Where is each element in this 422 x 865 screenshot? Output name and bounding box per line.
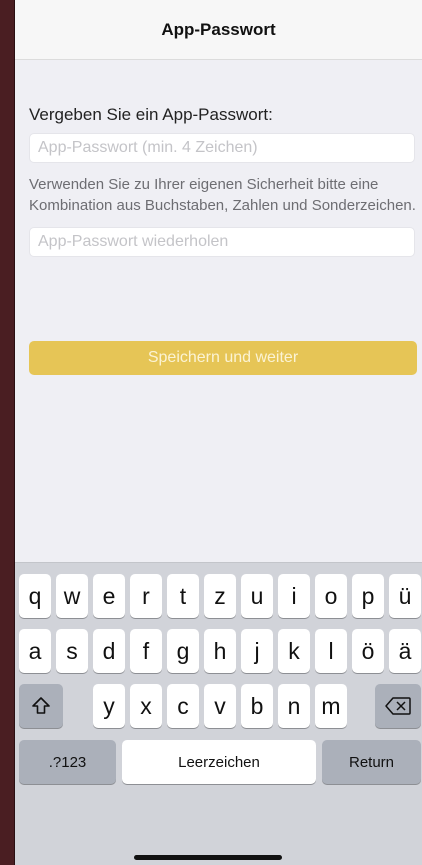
key-s[interactable]: s — [56, 629, 88, 673]
password-input[interactable] — [38, 139, 414, 157]
key-j[interactable]: j — [241, 629, 273, 673]
key-t[interactable]: t — [167, 574, 199, 618]
key-oe[interactable]: ö — [352, 629, 384, 673]
key-a[interactable]: a — [19, 629, 51, 673]
key-k[interactable]: k — [278, 629, 310, 673]
key-e[interactable]: e — [93, 574, 125, 618]
key-ue[interactable]: ü — [389, 574, 421, 618]
password-form: Vergeben Sie ein App-Passwort: Verwenden… — [15, 105, 422, 375]
key-w[interactable]: w — [56, 574, 88, 618]
delete-key[interactable] — [375, 684, 421, 728]
password-field[interactable] — [29, 133, 415, 163]
key-i[interactable]: i — [278, 574, 310, 618]
repeat-password-field[interactable] — [29, 227, 415, 257]
key-q[interactable]: q — [19, 574, 51, 618]
key-c[interactable]: c — [167, 684, 199, 728]
key-f[interactable]: f — [130, 629, 162, 673]
password-hint: Verwenden Sie zu Ihrer eigenen Sicherhei… — [29, 176, 416, 214]
key-ae[interactable]: ä — [389, 629, 421, 673]
password-label: Vergeben Sie ein App-Passwort: — [29, 105, 273, 124]
key-y[interactable]: y — [93, 684, 125, 728]
keyboard-row-4: .?123 Leerzeichen Return — [15, 740, 422, 784]
key-l[interactable]: l — [315, 629, 347, 673]
space-key[interactable]: Leerzeichen — [122, 740, 316, 784]
keyboard-row-2: a s d f g h j k l ö ä — [15, 629, 422, 673]
return-key[interactable]: Return — [322, 740, 421, 784]
page-title: App-Passwort — [161, 19, 276, 39]
keyboard-row-3: y x c v b n m — [15, 684, 422, 728]
navigation-bar: App-Passwort — [15, 0, 422, 60]
key-z[interactable]: z — [204, 574, 236, 618]
key-g[interactable]: g — [167, 629, 199, 673]
keyboard-row-1: q w e r t z u i o p ü — [15, 574, 422, 618]
device-frame — [0, 0, 14, 865]
on-screen-keyboard: q w e r t z u i o p ü a s d f g h j k l … — [15, 562, 422, 865]
key-x[interactable]: x — [130, 684, 162, 728]
key-v[interactable]: v — [204, 684, 236, 728]
key-u[interactable]: u — [241, 574, 273, 618]
key-b[interactable]: b — [241, 684, 273, 728]
key-d[interactable]: d — [93, 629, 125, 673]
save-and-continue-button[interactable]: Speichern und weiter — [29, 341, 417, 375]
app-screen: App-Passwort Vergeben Sie ein App-Passwo… — [14, 0, 422, 865]
key-n[interactable]: n — [278, 684, 310, 728]
backspace-icon — [385, 697, 411, 715]
key-m[interactable]: m — [315, 684, 347, 728]
home-indicator[interactable] — [134, 855, 282, 860]
key-o[interactable]: o — [315, 574, 347, 618]
shift-arrow-icon — [32, 697, 50, 714]
numbers-key[interactable]: .?123 — [19, 740, 116, 784]
shift-key[interactable] — [19, 684, 63, 728]
repeat-password-input[interactable] — [38, 233, 414, 251]
key-h[interactable]: h — [204, 629, 236, 673]
key-r[interactable]: r — [130, 574, 162, 618]
key-p[interactable]: p — [352, 574, 384, 618]
